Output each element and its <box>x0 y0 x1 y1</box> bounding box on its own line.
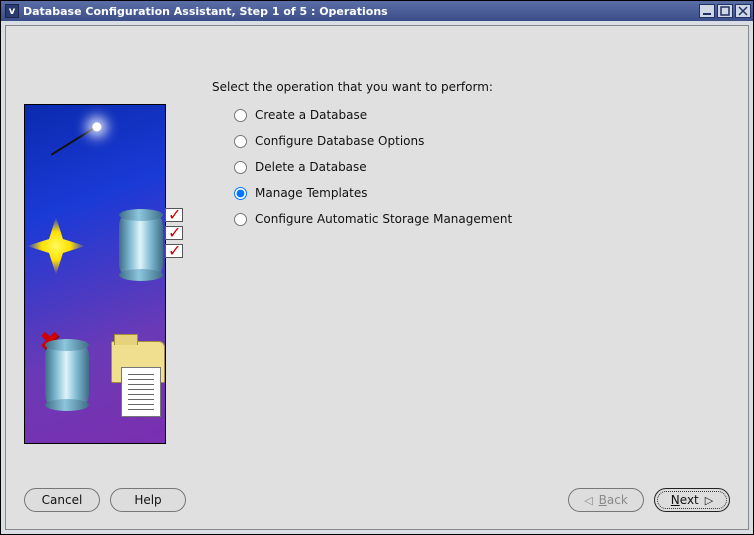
minimize-button[interactable] <box>699 4 715 18</box>
chevron-right-icon: ▷ <box>705 494 713 507</box>
wizard-illustration: ✖ <box>24 104 166 444</box>
chevron-left-icon: ◁ <box>584 494 592 507</box>
instruction-text: Select the operation that you want to pe… <box>212 80 730 94</box>
close-icon <box>738 6 748 16</box>
maximize-button[interactable] <box>717 4 733 18</box>
close-button[interactable] <box>735 4 751 18</box>
main-panel: Select the operation that you want to pe… <box>186 44 730 477</box>
wizard-window: v Database Configuration Assistant, Step… <box>0 0 754 535</box>
window-title: Database Configuration Assistant, Step 1… <box>23 5 699 18</box>
app-menu-icon[interactable]: v <box>5 4 19 18</box>
help-label: Help <box>134 493 161 507</box>
cancel-button[interactable]: Cancel <box>24 488 100 512</box>
title-bar: v Database Configuration Assistant, Step… <box>1 1 753 21</box>
help-button[interactable]: Help <box>110 488 186 512</box>
option-delete-database[interactable]: Delete a Database <box>234 160 730 174</box>
radio-configure-asm[interactable] <box>234 213 247 226</box>
back-label: Back <box>599 493 628 507</box>
radio-create-database[interactable] <box>234 109 247 122</box>
option-label: Manage Templates <box>255 186 368 200</box>
radio-manage-templates[interactable] <box>234 187 247 200</box>
radio-configure-database-options[interactable] <box>234 135 247 148</box>
cancel-label: Cancel <box>42 493 83 507</box>
back-button: ◁ Back <box>568 488 644 512</box>
wizard-footer: Cancel Help ◁ Back Next ▷ <box>6 477 748 529</box>
operation-options: Create a Database Configure Database Opt… <box>234 108 730 226</box>
option-label: Create a Database <box>255 108 367 122</box>
option-label: Configure Database Options <box>255 134 424 148</box>
option-label: Delete a Database <box>255 160 367 174</box>
option-configure-database-options[interactable]: Configure Database Options <box>234 134 730 148</box>
next-label: Next <box>671 493 699 507</box>
option-configure-asm[interactable]: Configure Automatic Storage Management <box>234 212 730 226</box>
minimize-icon <box>702 6 712 16</box>
radio-delete-database[interactable] <box>234 161 247 174</box>
option-create-database[interactable]: Create a Database <box>234 108 730 122</box>
option-label: Configure Automatic Storage Management <box>255 212 512 226</box>
option-manage-templates[interactable]: Manage Templates <box>234 186 730 200</box>
maximize-icon <box>720 6 730 16</box>
next-button[interactable]: Next ▷ <box>654 488 730 512</box>
